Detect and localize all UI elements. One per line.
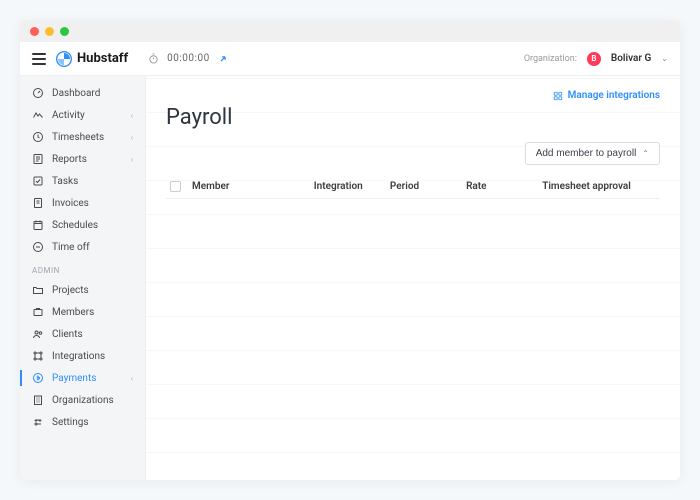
payments-icon [32, 372, 44, 384]
brand-name: Hubstaff [77, 51, 128, 66]
sidebar-item-label: Settings [52, 417, 133, 428]
topbar: Hubstaff 00:00:00 Organization: B Boliva… [20, 42, 680, 76]
sidebar: Dashboard Activity ‹ Timesheets ‹ Reports ‹ Tas… [20, 76, 146, 480]
page-title: Payroll [166, 105, 660, 130]
schedules-icon [32, 219, 44, 231]
sidebar-item-clients[interactable]: Clients [20, 323, 145, 345]
organizations-icon [32, 394, 44, 406]
sidebar-item-invoices[interactable]: Invoices [20, 192, 145, 214]
chevron-left-icon: ‹ [131, 374, 133, 383]
sidebar-item-label: Timesheets [52, 132, 123, 143]
chevron-left-icon: ‹ [131, 133, 133, 142]
col-rate[interactable]: Rate [462, 181, 538, 192]
close-window-dot[interactable] [30, 27, 39, 36]
sidebar-item-activity[interactable]: Activity ‹ [20, 104, 145, 126]
timesheets-icon [32, 131, 44, 143]
minimize-window-dot[interactable] [45, 27, 54, 36]
col-period[interactable]: Period [386, 181, 462, 192]
organization-label: Organization: [524, 54, 577, 64]
sidebar-item-label: Dashboard [52, 88, 133, 99]
sidebar-item-label: Schedules [52, 220, 133, 231]
sidebar-item-tasks[interactable]: Tasks [20, 170, 145, 192]
sidebar-item-label: Organizations [52, 395, 133, 406]
members-icon [32, 306, 44, 318]
sidebar-item-projects[interactable]: Projects [20, 279, 145, 301]
sidebar-item-payments[interactable]: Payments ‹ [20, 367, 145, 389]
manage-integrations-link[interactable]: Manage integrations [553, 90, 660, 101]
invoices-icon [32, 197, 44, 209]
user-avatar[interactable]: B [587, 52, 601, 66]
tasks-icon [32, 175, 44, 187]
add-member-button[interactable]: Add member to payroll ⌃ [525, 142, 660, 165]
sidebar-item-label: Payments [52, 373, 123, 384]
chevron-up-icon: ⌃ [642, 149, 649, 158]
sidebar-item-settings[interactable]: Settings [20, 411, 145, 433]
sidebar-item-organizations[interactable]: Organizations [20, 389, 145, 411]
timer-widget[interactable]: 00:00:00 [148, 53, 228, 64]
sidebar-item-label: Time off [52, 242, 133, 253]
integrations-icon [32, 350, 44, 362]
sidebar-item-integrations[interactable]: Integrations [20, 345, 145, 367]
col-timesheet-approval[interactable]: Timesheet approval [538, 181, 660, 192]
timer-value: 00:00:00 [167, 53, 210, 64]
table-header: Member Integration Period Rate Timesheet… [166, 175, 660, 199]
sidebar-item-timesheets[interactable]: Timesheets ‹ [20, 126, 145, 148]
sidebar-item-label: Tasks [52, 176, 133, 187]
sidebar-item-label: Clients [52, 329, 133, 340]
expand-icon[interactable] [218, 54, 228, 64]
add-member-label: Add member to payroll [536, 148, 637, 159]
col-member[interactable]: Member [188, 181, 310, 192]
user-name[interactable]: Bolivar G [611, 53, 651, 64]
brand-logo[interactable]: Hubstaff [56, 51, 128, 67]
sidebar-section-admin: Admin [20, 258, 145, 279]
hubstaff-logo-icon [56, 51, 72, 67]
sidebar-item-reports[interactable]: Reports ‹ [20, 148, 145, 170]
col-integration[interactable]: Integration [310, 181, 386, 192]
menu-toggle-icon[interactable] [32, 53, 46, 65]
settings-icon [32, 416, 44, 428]
activity-icon [32, 109, 44, 121]
sidebar-item-time-off[interactable]: Time off [20, 236, 145, 258]
sidebar-item-schedules[interactable]: Schedules [20, 214, 145, 236]
integrations-icon [553, 91, 563, 101]
select-all-checkbox[interactable] [170, 181, 181, 192]
sidebar-item-label: Members [52, 307, 133, 318]
clients-icon [32, 328, 44, 340]
reports-icon [32, 153, 44, 165]
sidebar-item-dashboard[interactable]: Dashboard [20, 82, 145, 104]
user-menu-chevron-icon[interactable]: ⌄ [661, 54, 668, 63]
mac-titlebar [20, 20, 680, 42]
manage-integrations-label: Manage integrations [568, 90, 660, 101]
dashboard-icon [32, 87, 44, 99]
sidebar-item-label: Reports [52, 154, 123, 165]
projects-icon [32, 284, 44, 296]
sidebar-item-label: Invoices [52, 198, 133, 209]
sidebar-item-label: Integrations [52, 351, 133, 362]
sidebar-item-members[interactable]: Members [20, 301, 145, 323]
chevron-left-icon: ‹ [131, 111, 133, 120]
maximize-window-dot[interactable] [60, 27, 69, 36]
app-window: Hubstaff 00:00:00 Organization: B Boliva… [20, 20, 680, 480]
stopwatch-icon [148, 53, 159, 64]
main-content: Manage integrations Payroll Add member t… [146, 76, 680, 480]
sidebar-item-label: Projects [52, 285, 133, 296]
sidebar-item-label: Activity [52, 110, 123, 121]
timeoff-icon [32, 241, 44, 253]
chevron-left-icon: ‹ [131, 155, 133, 164]
